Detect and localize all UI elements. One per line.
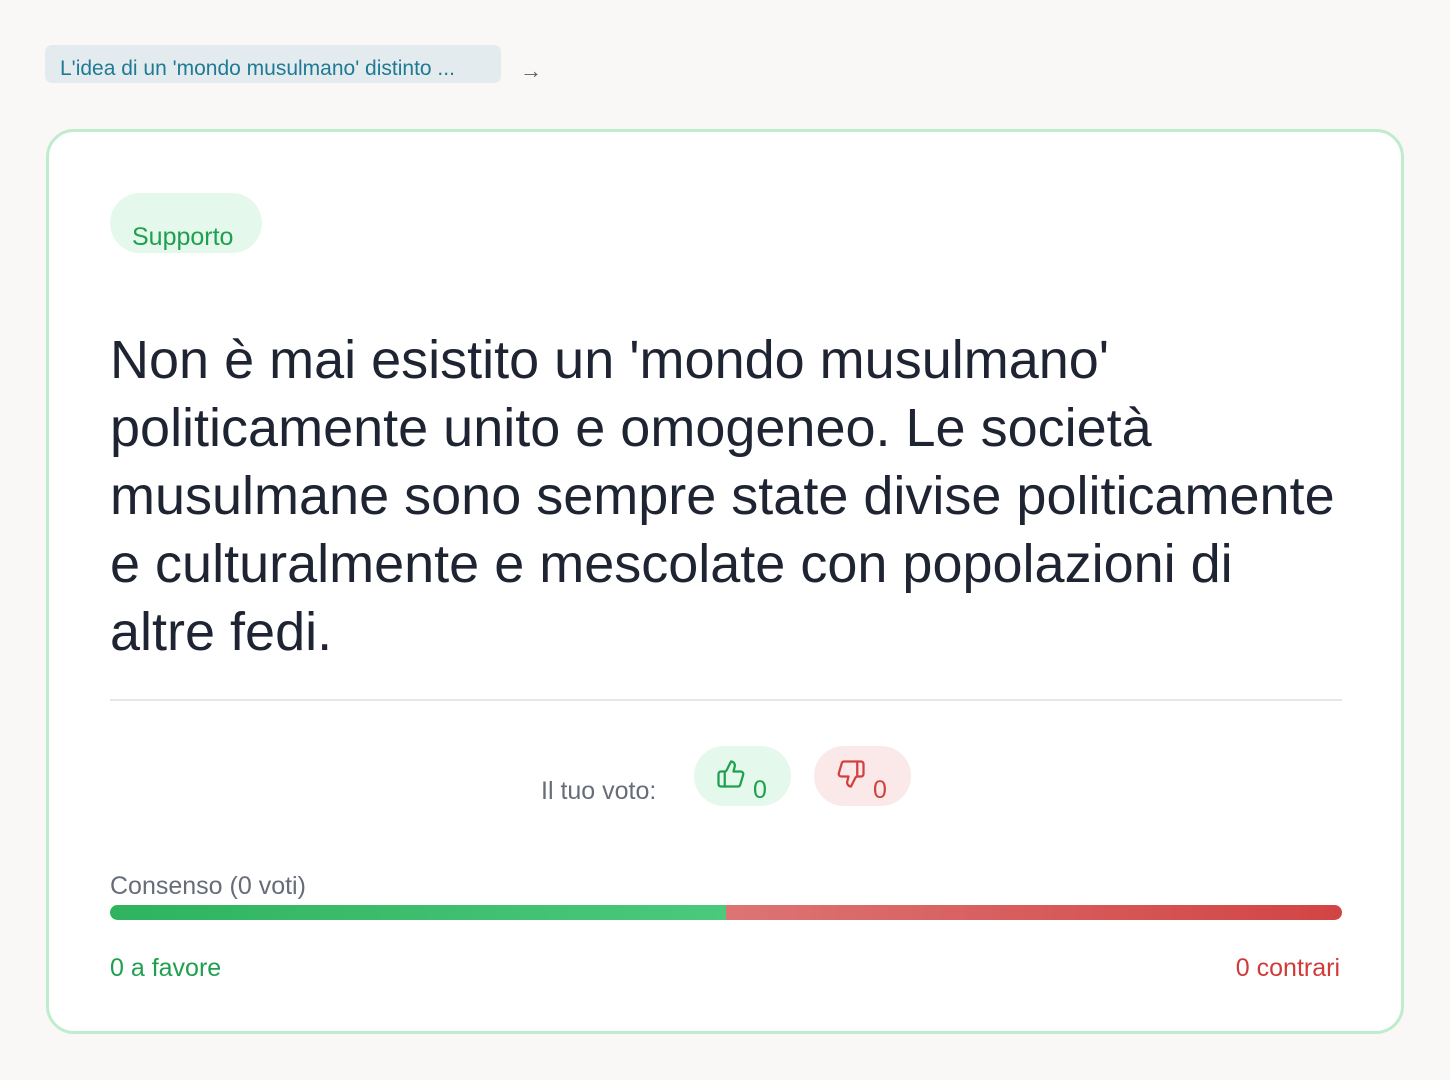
argument-card: Supporto Non è mai esistito un 'mondo mu… — [46, 129, 1404, 1034]
consensus-bar-for — [110, 905, 726, 920]
votes-for-count: 0 a favore — [110, 954, 222, 982]
thumbs-up-icon — [717, 760, 745, 788]
votes-against-count: 0 contrari — [1235, 954, 1340, 982]
downvote-count: 0 — [873, 776, 887, 804]
consensus-bar-against — [726, 905, 1342, 920]
divider — [110, 699, 1342, 701]
stance-badge: Supporto — [110, 193, 262, 253]
downvote-button[interactable]: 0 — [814, 746, 911, 806]
vote-label: Il tuo voto: — [541, 777, 657, 805]
argument-text: Non è mai esistito un 'mondo musulmano' … — [110, 330, 1335, 662]
consensus-label: Consenso (0 voti) — [110, 872, 306, 900]
upvote-button[interactable]: 0 — [694, 746, 791, 806]
arrow-right-icon: → — [520, 58, 542, 83]
parent-argument-link[interactable]: L'idea di un 'mondo musulmano' distinto … — [45, 45, 501, 83]
thumbs-down-icon — [837, 760, 865, 788]
upvote-count: 0 — [753, 776, 767, 804]
breadcrumb: L'idea di un 'mondo musulmano' distinto … — [45, 45, 542, 83]
consensus-bar — [110, 905, 1342, 920]
